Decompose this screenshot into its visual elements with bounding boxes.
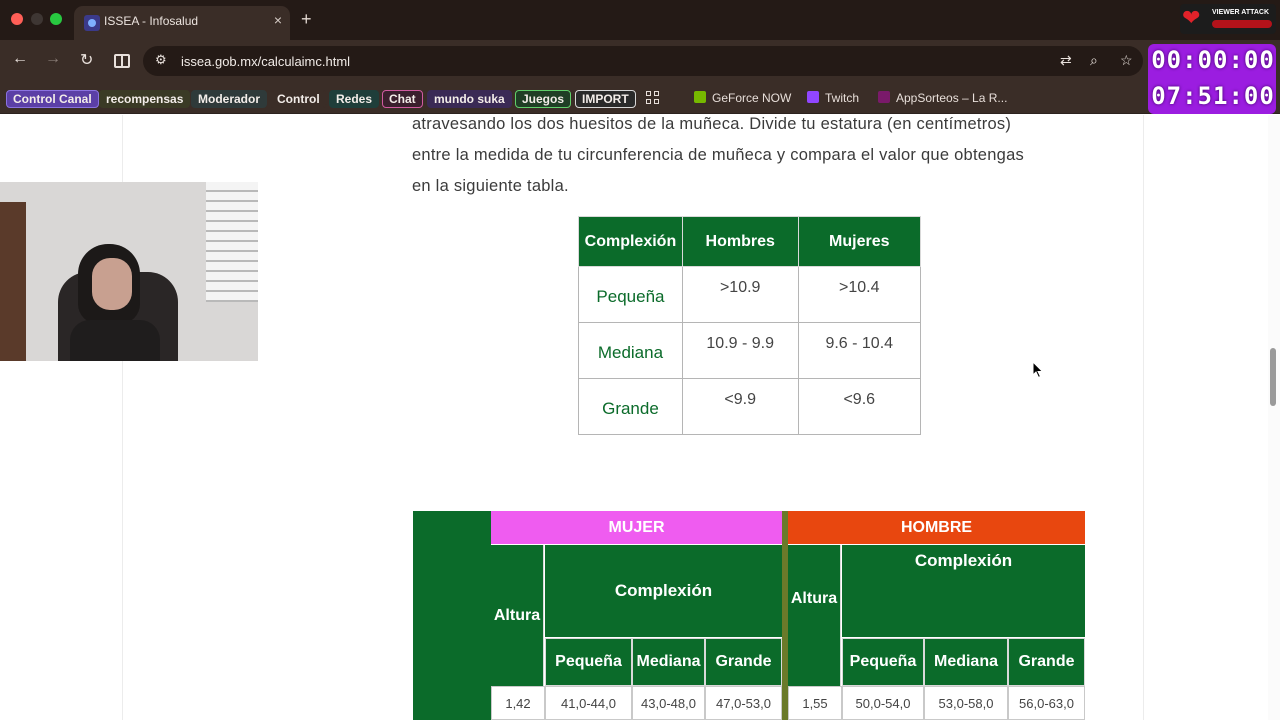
bookmark-label: Twitch bbox=[825, 91, 860, 105]
table-cell: 10.9 - 9.9 bbox=[681, 322, 799, 379]
bookmark-item[interactable]: GeForce NOW bbox=[688, 90, 797, 108]
row-label: Mediana bbox=[578, 322, 683, 379]
forward-button[interactable]: → bbox=[45, 50, 61, 68]
bookmark-item[interactable]: AppSorteos – La R... bbox=[872, 90, 1013, 108]
altura-header: Altura bbox=[788, 545, 841, 686]
scrollbar-thumb[interactable] bbox=[1270, 348, 1276, 406]
bookmark-item[interactable]: Chat bbox=[382, 90, 423, 108]
timer-top: 00:00:00 bbox=[1151, 46, 1275, 74]
table-row: Mediana 10.9 - 9.9 9.6 - 10.4 bbox=[578, 322, 921, 379]
complexion-header: Complexión bbox=[842, 545, 1085, 637]
table-cell: 53,0-58,0 bbox=[924, 686, 1008, 720]
bookmark-item[interactable]: recompensas bbox=[99, 90, 191, 108]
altura-header: Altura bbox=[491, 545, 544, 686]
table-cell: >10.4 bbox=[797, 266, 921, 323]
close-window-button[interactable] bbox=[11, 13, 23, 25]
viewer-attack-widget: ❤ VIEWER ATTACK bbox=[1180, 4, 1276, 34]
row-label: Pequeña bbox=[578, 266, 683, 323]
new-tab-button[interactable]: + bbox=[301, 9, 312, 30]
table-row: Pequeña >10.9 >10.4 bbox=[578, 266, 921, 323]
instructions-text: atravesando los dos huesitos de la muñec… bbox=[412, 115, 1012, 133]
table-cell: <9.9 bbox=[681, 378, 799, 435]
hombre-header: HOMBRE bbox=[788, 511, 1085, 544]
webcam-overlay bbox=[0, 182, 258, 361]
table-cell: 9.6 - 10.4 bbox=[797, 322, 921, 379]
table-cell: 43,0-48,0 bbox=[632, 686, 705, 720]
bookmark-item[interactable]: Twitch bbox=[801, 90, 865, 108]
row-label: Grande bbox=[578, 378, 683, 435]
bookmark-favicon-icon bbox=[807, 91, 819, 103]
tab-close-icon[interactable]: × bbox=[274, 12, 282, 28]
table-header: Mujeres bbox=[797, 216, 921, 267]
tab-strip: ISSEA - Infosalud × + bbox=[0, 0, 1280, 40]
url-text[interactable]: issea.gob.mx/calculaimc.html bbox=[181, 54, 350, 69]
table-cell: 41,0-44,0 bbox=[545, 686, 632, 720]
maximize-window-button[interactable] bbox=[50, 13, 62, 25]
apps-grid-icon[interactable] bbox=[646, 91, 660, 105]
table-row: Grande <9.9 <9.6 bbox=[578, 378, 921, 435]
zoom-icon[interactable]: ⌕ bbox=[1090, 52, 1098, 69]
browser-toolbar: ← → ↻ ⚙ issea.gob.mx/calculaimc.html ⇄ ⌕… bbox=[0, 40, 1280, 82]
reload-button[interactable]: ↻ bbox=[80, 50, 93, 70]
complexion-table: Complexión Hombres Mujeres Pequeña >10.9… bbox=[578, 216, 921, 435]
table-side-column bbox=[413, 511, 491, 720]
table-cell: 50,0-54,0 bbox=[842, 686, 924, 720]
table-cell: 56,0-63,0 bbox=[1008, 686, 1085, 720]
tab-title: ISSEA - Infosalud bbox=[104, 14, 199, 28]
bookmark-item[interactable]: Control bbox=[270, 90, 327, 108]
bookmark-item[interactable]: mundo suka bbox=[427, 90, 512, 108]
streamer-image bbox=[70, 240, 160, 361]
mouse-cursor-icon bbox=[1032, 361, 1044, 379]
split-view-icon[interactable] bbox=[114, 54, 130, 68]
table-header: Hombres bbox=[681, 216, 799, 267]
bookmark-item[interactable]: IMPORT bbox=[575, 90, 636, 108]
star-icon[interactable]: ☆ bbox=[1120, 52, 1133, 69]
heart-icon: ❤ bbox=[1182, 5, 1201, 30]
shelf-image bbox=[0, 202, 26, 361]
column-header: Pequeña bbox=[545, 638, 632, 686]
column-header: Grande bbox=[705, 638, 782, 686]
site-favicon-icon bbox=[84, 15, 100, 31]
address-bar[interactable]: ⚙ issea.gob.mx/calculaimc.html ⇄ ⌕ ☆ bbox=[143, 46, 1143, 76]
table-cell: 1,55 bbox=[788, 686, 842, 720]
column-header: Grande bbox=[1008, 638, 1085, 686]
scrollbar-track[interactable] bbox=[1268, 115, 1280, 720]
site-settings-icon[interactable]: ⚙ bbox=[155, 52, 167, 68]
bookmark-label: AppSorteos – La R... bbox=[896, 91, 1008, 105]
table-cell: 47,0-53,0 bbox=[705, 686, 782, 720]
instructions-text: entre la medida de tu circunferencia de … bbox=[412, 146, 1025, 164]
complexion-header: Complexión bbox=[545, 545, 782, 637]
column-header: Pequeña bbox=[842, 638, 924, 686]
timer-bottom: 07:51:00 bbox=[1151, 82, 1275, 110]
bookmark-item[interactable]: Redes bbox=[329, 90, 380, 108]
table-cell: <9.6 bbox=[797, 378, 921, 435]
table-cell: 1,42 bbox=[491, 686, 545, 720]
translate-icon[interactable]: ⇄ bbox=[1060, 52, 1072, 69]
bookmark-favicon-icon bbox=[878, 91, 890, 103]
instructions-text: en la siguiente tabla. bbox=[412, 177, 569, 195]
viewer-attack-bar bbox=[1212, 20, 1272, 28]
back-button[interactable]: ← bbox=[12, 50, 28, 68]
bookmark-item[interactable]: Control Canal bbox=[6, 90, 99, 108]
bookmark-item[interactable]: Juegos bbox=[515, 90, 572, 108]
bookmark-favicon-icon bbox=[694, 91, 706, 103]
column-header: Mediana bbox=[924, 638, 1008, 686]
page-border-right bbox=[1143, 115, 1144, 720]
column-header: Mediana bbox=[632, 638, 705, 686]
active-tab[interactable]: ISSEA - Infosalud × bbox=[74, 6, 290, 40]
bookmark-item[interactable]: Moderador bbox=[191, 90, 268, 108]
table-header: Complexión bbox=[578, 216, 683, 267]
table-cell: >10.9 bbox=[681, 266, 799, 323]
viewer-attack-title: VIEWER ATTACK bbox=[1212, 9, 1270, 16]
bookmark-label: GeForce NOW bbox=[712, 91, 792, 105]
minimize-window-button[interactable] bbox=[31, 13, 43, 25]
mujer-header: MUJER bbox=[491, 511, 782, 544]
window-blind-image bbox=[206, 182, 258, 302]
